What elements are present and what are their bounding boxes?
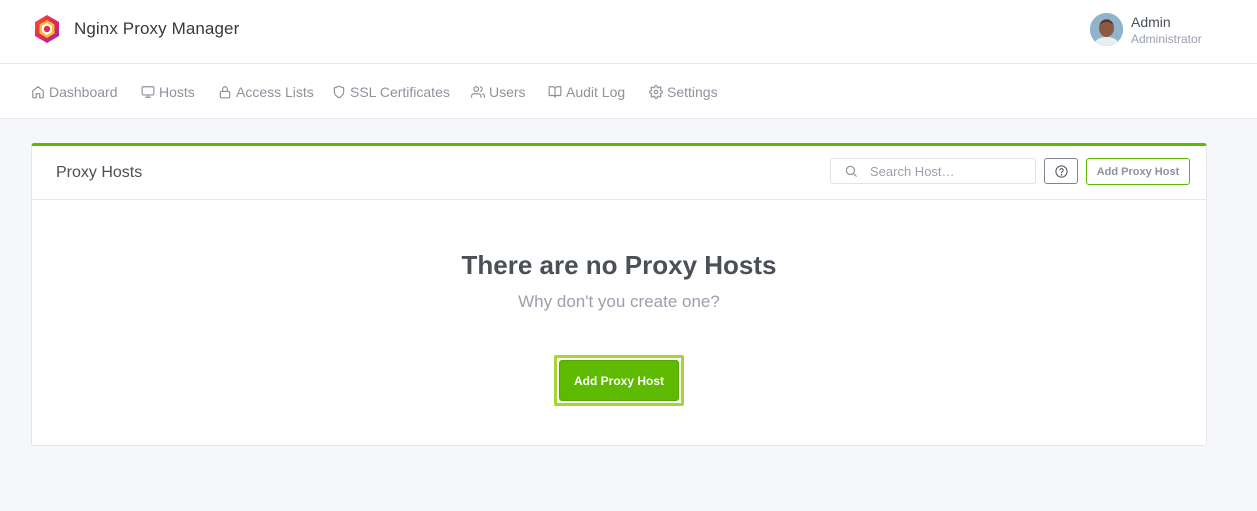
empty-state-subtitle: Why don't you create one? <box>518 292 720 311</box>
nav-item-label: Dashboard <box>49 84 118 100</box>
focus-ring: Add Proxy Host <box>554 355 684 406</box>
nav-item-label: Settings <box>667 84 718 100</box>
nav-item-users[interactable]: Users <box>471 82 526 102</box>
help-button[interactable] <box>1044 158 1078 184</box>
empty-state-title: There are no Proxy Hosts <box>461 250 777 280</box>
app-title: Nginx Proxy Manager <box>74 19 240 38</box>
user-role: Administrator <box>1131 32 1202 46</box>
nav-item-label: Users <box>489 84 526 100</box>
proxy-hosts-card: Proxy Hosts Add Proxy Host There are no … <box>31 143 1207 446</box>
brand[interactable]: Nginx Proxy Manager <box>33 14 239 44</box>
nav-item-label: Audit Log <box>566 84 626 100</box>
nginx-proxy-manager-logo-icon <box>35 15 59 43</box>
nav-item-audit-log[interactable]: Audit Log <box>548 82 625 102</box>
shield-icon <box>333 85 345 99</box>
user-name: Admin <box>1131 14 1171 30</box>
search-input[interactable] <box>870 161 1030 181</box>
nav-item-label: Access Lists <box>236 84 314 100</box>
main-nav: Dashboard Hosts Access Lists SSL Certifi… <box>0 64 1257 119</box>
nav-item-hosts[interactable]: Hosts <box>141 82 195 102</box>
search-icon <box>845 165 857 177</box>
settings-icon <box>649 85 663 99</box>
help-circle-icon <box>1054 164 1068 178</box>
search-box[interactable] <box>830 158 1036 184</box>
home-icon <box>32 86 44 99</box>
nav-item-label: SSL Certificates <box>350 84 450 100</box>
card-header: Proxy Hosts Add Proxy Host <box>32 146 1206 200</box>
user-menu[interactable]: Admin Administrator <box>1090 13 1202 46</box>
nav-item-settings[interactable]: Settings <box>649 82 718 102</box>
users-icon <box>471 86 485 98</box>
create-proxy-host-button[interactable]: Add Proxy Host <box>559 360 679 401</box>
card-title: Proxy Hosts <box>56 164 143 181</box>
avatar <box>1090 13 1123 46</box>
nav-item-ssl-certificates[interactable]: SSL Certificates <box>332 82 450 102</box>
add-proxy-host-button[interactable]: Add Proxy Host <box>1086 158 1190 185</box>
monitor-icon <box>141 86 155 98</box>
book-open-icon <box>548 86 562 98</box>
nav-item-label: Hosts <box>159 84 195 100</box>
lock-icon <box>219 86 231 99</box>
nav-item-access-lists[interactable]: Access Lists <box>218 82 314 102</box>
nav-item-dashboard[interactable]: Dashboard <box>31 82 118 102</box>
top-header: Nginx Proxy Manager Admin Administrator <box>0 0 1257 64</box>
